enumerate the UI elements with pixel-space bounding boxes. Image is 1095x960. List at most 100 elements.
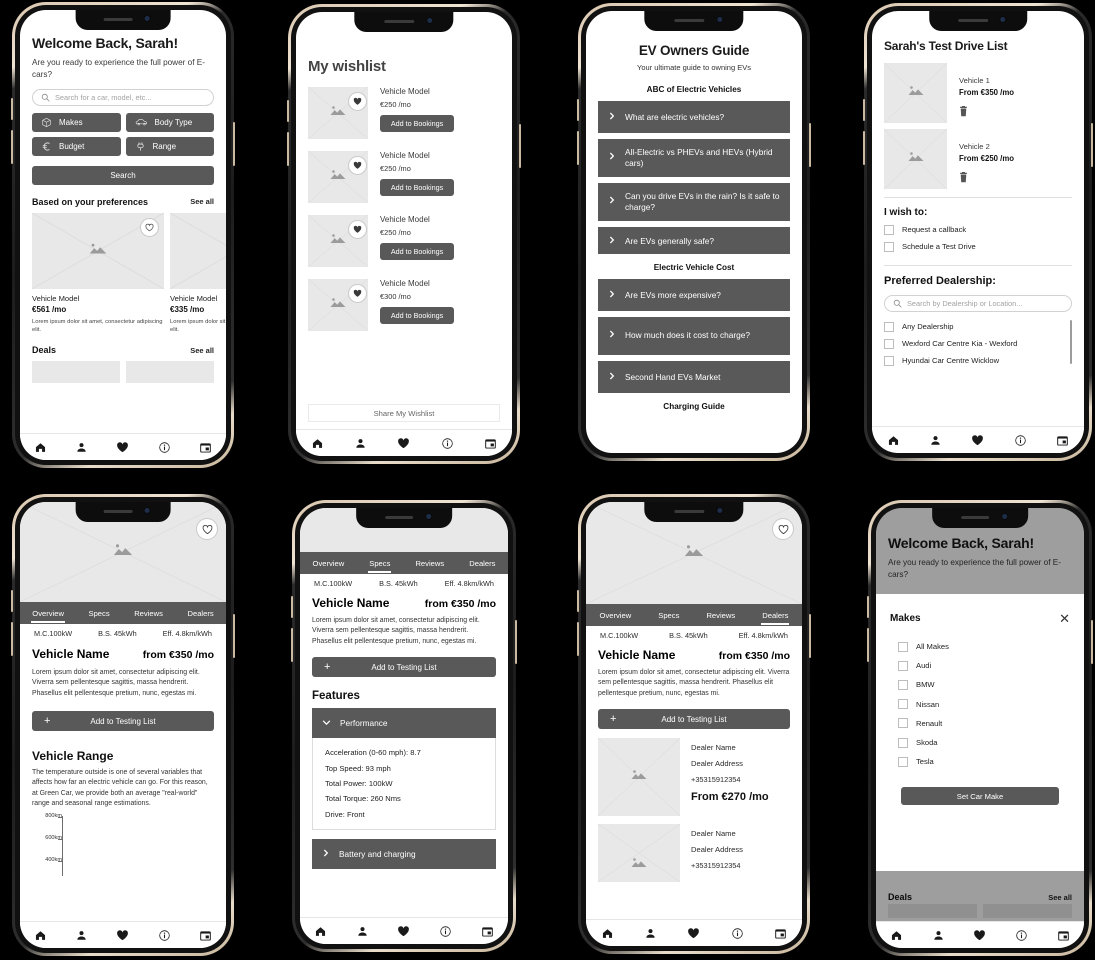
checkbox-tesla[interactable]: Tesla: [898, 752, 1070, 771]
set-car-make-button[interactable]: Set Car Make: [901, 787, 1059, 806]
guide-accordion-item[interactable]: All-Electric vs PHEVs and HEVs (Hybrid c…: [598, 139, 790, 177]
nav-info-icon[interactable]: [158, 441, 171, 454]
tab-dealers[interactable]: Dealers: [186, 606, 214, 621]
guide-accordion-item[interactable]: Can you drive EVs in the rain? Is it saf…: [598, 183, 790, 221]
list-item[interactable]: Vehicle Model €250 /mo Add to Bookings: [308, 215, 500, 267]
nav-heart-icon[interactable]: [971, 434, 984, 447]
nav-heart-icon[interactable]: [116, 441, 129, 454]
checkbox-nissan[interactable]: Nissan: [898, 695, 1070, 714]
guide-accordion-item[interactable]: How much does it cost to charge?: [598, 317, 790, 355]
add-to-testing-list-button[interactable]: + Add to Testing List: [32, 711, 214, 732]
checkbox-schedule-test-drive[interactable]: Schedule a Test Drive: [884, 238, 1072, 255]
tab-reviews[interactable]: Reviews: [705, 608, 736, 623]
list-item[interactable]: Vehicle 2 From €250 /mo: [884, 129, 1072, 189]
nav-calendar-icon[interactable]: [199, 441, 212, 454]
checkbox-box[interactable]: [898, 679, 908, 690]
nav-info-icon[interactable]: [1014, 434, 1027, 447]
tab-reviews[interactable]: Reviews: [414, 556, 445, 571]
checkbox-audi[interactable]: Audi: [898, 656, 1070, 675]
nav-profile-icon[interactable]: [354, 437, 367, 450]
guide-accordion-item[interactable]: Are EVs generally safe?: [598, 227, 790, 254]
delete-vehicle-button[interactable]: [959, 104, 1014, 122]
checkbox-any-dealership[interactable]: Any Dealership: [884, 318, 1072, 335]
guide-accordion-item[interactable]: Second Hand EVs Market: [598, 361, 790, 393]
favorite-button[interactable]: [349, 157, 366, 174]
favorite-button[interactable]: [141, 218, 158, 236]
checkbox-box[interactable]: [898, 737, 908, 748]
nav-heart-icon[interactable]: [687, 927, 700, 940]
checkbox-bmw[interactable]: BMW: [898, 675, 1070, 694]
checkbox-hyundai-wicklow[interactable]: Hyundai Car Centre Wicklow: [884, 352, 1072, 369]
favorite-button[interactable]: [197, 519, 217, 539]
checkbox-box[interactable]: [898, 756, 908, 767]
checkbox-renault[interactable]: Renault: [898, 714, 1070, 733]
checkbox-box[interactable]: [884, 224, 894, 235]
checkbox-request-callback[interactable]: Request a callback: [884, 221, 1072, 238]
nav-heart-icon[interactable]: [973, 929, 986, 942]
nav-home-icon[interactable]: [311, 437, 324, 450]
close-icon[interactable]: ✕: [1059, 612, 1070, 625]
filter-range-button[interactable]: Range: [125, 136, 214, 156]
checkbox-box[interactable]: [884, 355, 894, 366]
filter-bodytype-button[interactable]: Body Type: [125, 112, 214, 132]
deal-card[interactable]: [32, 361, 120, 384]
checkbox-box[interactable]: [884, 321, 894, 332]
nav-home-icon[interactable]: [601, 927, 614, 940]
nav-heart-icon[interactable]: [116, 929, 129, 942]
nav-home-icon[interactable]: [890, 929, 903, 942]
nav-home-icon[interactable]: [34, 929, 47, 942]
list-item[interactable]: Vehicle Model €300 /mo Add to Bookings: [308, 279, 500, 331]
nav-calendar-icon[interactable]: [1056, 434, 1069, 447]
checkbox-box[interactable]: [898, 660, 908, 671]
tab-dealers[interactable]: Dealers: [761, 608, 790, 625]
nav-calendar-icon[interactable]: [199, 929, 212, 942]
add-to-bookings-button[interactable]: Add to Bookings: [380, 243, 454, 260]
tab-dealers[interactable]: Dealers: [468, 556, 496, 571]
tab-overview[interactable]: Overview: [599, 608, 633, 623]
share-wishlist-button[interactable]: Share My Wishlist: [308, 404, 500, 422]
guide-accordion-item[interactable]: Are EVs more expensive?: [598, 279, 790, 311]
tab-specs[interactable]: Specs: [88, 606, 111, 621]
nav-home-icon[interactable]: [34, 441, 47, 454]
list-item[interactable]: Vehicle Model €250 /mo Add to Bookings: [308, 151, 500, 203]
nav-profile-icon[interactable]: [75, 929, 88, 942]
filter-makes-button[interactable]: Makes: [32, 112, 121, 132]
favorite-button[interactable]: [349, 221, 366, 238]
tab-overview[interactable]: Overview: [312, 556, 346, 571]
nav-calendar-icon[interactable]: [481, 925, 494, 938]
nav-profile-icon[interactable]: [932, 929, 945, 942]
accordion-battery-charging[interactable]: Battery and charging: [312, 838, 496, 869]
tab-reviews[interactable]: Reviews: [133, 606, 164, 621]
checkbox-box[interactable]: [898, 699, 908, 710]
search-input[interactable]: Search for a car, model, etc...: [32, 88, 214, 106]
preferences-see-all-link[interactable]: See all: [190, 197, 214, 206]
nav-info-icon[interactable]: [1015, 929, 1028, 942]
nav-home-icon[interactable]: [887, 434, 900, 447]
dealership-list-scrollbar[interactable]: [1070, 320, 1072, 364]
vehicle-card[interactable]: Vehicle Model €335 /mo Lorem ipsum dolor…: [170, 212, 226, 335]
deals-see-all-link[interactable]: See all: [190, 346, 214, 355]
guide-accordion-item[interactable]: What are electric vehicles?: [598, 101, 790, 133]
nav-profile-icon[interactable]: [929, 434, 942, 447]
search-button[interactable]: Search: [32, 165, 214, 185]
delete-vehicle-button[interactable]: [959, 170, 1014, 188]
nav-info-icon[interactable]: [731, 927, 744, 940]
nav-home-icon[interactable]: [314, 925, 327, 938]
favorite-button[interactable]: [349, 93, 366, 110]
dealer-card[interactable]: Dealer Name Dealer Address +35315912354 …: [598, 738, 790, 817]
nav-profile-icon[interactable]: [75, 441, 88, 454]
dealer-card[interactable]: Dealer Name Dealer Address +35315912354: [598, 824, 790, 883]
checkbox-all-makes[interactable]: All Makes: [898, 637, 1070, 656]
add-to-bookings-button[interactable]: Add to Bookings: [380, 179, 454, 196]
accordion-performance[interactable]: Performance: [312, 708, 496, 739]
list-item[interactable]: Vehicle 1 From €350 /mo: [884, 63, 1072, 123]
add-to-bookings-button[interactable]: Add to Bookings: [380, 307, 454, 324]
checkbox-box[interactable]: [898, 718, 908, 729]
nav-heart-icon[interactable]: [397, 437, 410, 450]
favorite-button[interactable]: [349, 285, 366, 302]
deal-card[interactable]: [126, 361, 214, 384]
nav-info-icon[interactable]: [441, 437, 454, 450]
nav-profile-icon[interactable]: [356, 925, 369, 938]
filter-budget-button[interactable]: Budget: [32, 136, 121, 156]
nav-profile-icon[interactable]: [644, 927, 657, 940]
